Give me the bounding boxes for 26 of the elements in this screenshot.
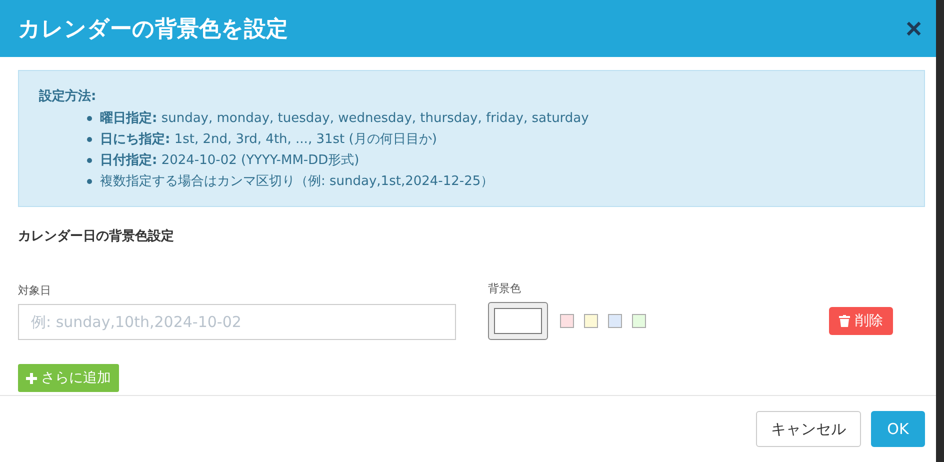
bullet-icon — [87, 116, 92, 121]
bullet-icon — [87, 137, 92, 142]
color-swatch[interactable] — [560, 314, 574, 328]
bullet-icon — [87, 158, 92, 163]
section-title: カレンダー日の背景色設定 — [18, 228, 175, 245]
help-heading: 設定方法: — [39, 88, 98, 105]
close-button[interactable]: × — [906, 14, 922, 42]
dialog-title: カレンダーの背景色を設定 — [18, 16, 288, 44]
plus-icon — [26, 372, 37, 384]
field-label: 対象日 — [18, 283, 52, 298]
add-button[interactable]: さらに追加 — [18, 364, 119, 392]
help-item: 日付指定: 2024-10-02 (YYYY-MM-DD形式) — [100, 152, 360, 170]
color-swatch[interactable] — [632, 314, 646, 328]
color-swatch[interactable] — [584, 314, 598, 328]
cancel-button[interactable]: キャンセル — [756, 411, 861, 447]
help-item: 複数指定する場合はカンマ区切り（例: sunday,1st,2024-12-25） — [100, 173, 494, 191]
delete-button[interactable]: 削除 — [829, 307, 893, 335]
help-item: 日にち指定: 1st, 2nd, 3rd, 4th, ..., 31st (月の何日目か) — [100, 130, 437, 149]
field-label: 背景色 — [488, 281, 522, 296]
help-item: 曜日指定: sunday, monday, tuesday, wednesday, thursday, friday, saturday — [100, 110, 589, 128]
color-picker[interactable] — [488, 302, 548, 340]
date-input-field[interactable]: 例: sunday,10th,2024-10-02 — [18, 304, 456, 340]
ok-button[interactable]: OK — [871, 411, 925, 447]
bullet-icon — [87, 179, 92, 184]
color-swatch[interactable] — [608, 314, 622, 328]
trash-icon — [839, 315, 850, 327]
